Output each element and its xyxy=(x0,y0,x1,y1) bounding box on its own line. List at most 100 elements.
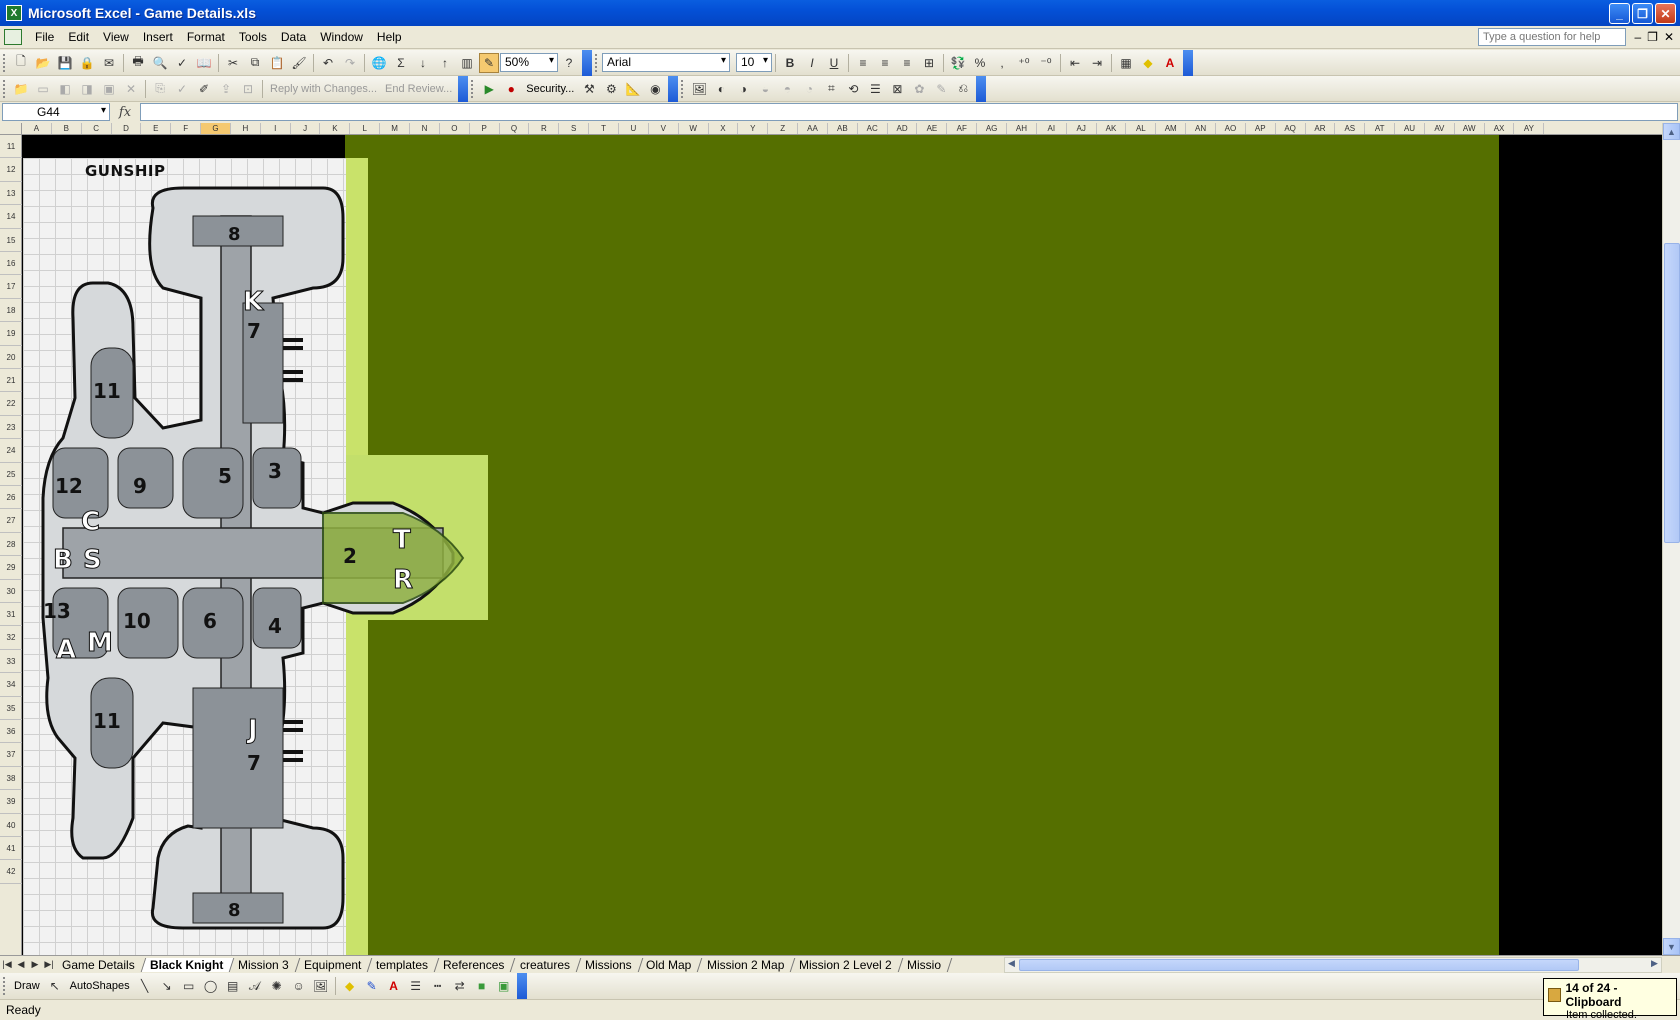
sort-descending-icon[interactable]: ↑ xyxy=(435,53,455,73)
insert-function-icon[interactable]: fx xyxy=(110,105,140,120)
row-header[interactable]: 13 xyxy=(0,182,22,206)
decrease-decimal-icon[interactable]: ⁻⁰ xyxy=(1036,53,1056,73)
zoom-select[interactable]: 50% xyxy=(500,53,558,72)
workbook-restore-icon[interactable]: ❐ xyxy=(1647,30,1658,44)
more-contrast-icon[interactable]: ◒ xyxy=(755,79,775,99)
formatting-options-icon[interactable] xyxy=(1183,49,1193,76)
column-header[interactable]: AE xyxy=(918,123,948,134)
comma-button[interactable]: , xyxy=(992,53,1012,73)
column-header[interactable]: X xyxy=(709,123,739,134)
sheet-tab-templates[interactable]: templates xyxy=(367,957,440,972)
new-icon[interactable]: 🗋 xyxy=(11,53,31,73)
select-all-corner[interactable] xyxy=(0,123,22,135)
show-comment-icon[interactable]: ▭ xyxy=(33,79,53,99)
scroll-down-icon[interactable]: ▼ xyxy=(1663,938,1680,955)
arrow-icon[interactable]: ↘ xyxy=(157,976,177,996)
row-header[interactable]: 34 xyxy=(0,673,22,697)
chart-wizard-icon[interactable]: ▥ xyxy=(457,53,477,73)
row-header[interactable]: 33 xyxy=(0,650,22,674)
security-button[interactable]: Security... xyxy=(522,83,578,95)
open-icon[interactable]: 📂 xyxy=(33,53,53,73)
reviewing-options-icon[interactable] xyxy=(458,75,469,102)
oval-icon[interactable]: ◯ xyxy=(201,976,221,996)
rectangle-icon[interactable]: ▭ xyxy=(179,976,199,996)
row-header[interactable]: 38 xyxy=(0,767,22,791)
autoshapes-menu-button[interactable]: AutoShapes xyxy=(66,980,134,992)
shape-fill-color-icon[interactable]: ◆ xyxy=(340,976,360,996)
text-box-icon[interactable]: ▤ xyxy=(223,976,243,996)
paste-icon[interactable]: 📋 xyxy=(267,53,287,73)
permission-icon[interactable]: 🔒 xyxy=(77,53,97,73)
row-header[interactable]: 42 xyxy=(0,860,22,884)
undo-icon[interactable]: ↶ xyxy=(318,53,338,73)
delete-comment-icon[interactable]: ✕ xyxy=(121,79,141,99)
row-header[interactable]: 17 xyxy=(0,275,22,299)
column-header[interactable]: AJ xyxy=(1067,123,1097,134)
visual-basic-editor-icon[interactable]: ⚒ xyxy=(579,79,599,99)
picture-icon[interactable]: 🖼 xyxy=(689,79,709,99)
menu-insert[interactable]: Insert xyxy=(136,30,180,44)
close-button[interactable]: ✕ xyxy=(1655,3,1676,24)
send-icon[interactable]: ⇪ xyxy=(216,79,236,99)
row-header[interactable]: 16 xyxy=(0,252,22,276)
cut-icon[interactable]: ✂ xyxy=(223,53,243,73)
row-header[interactable]: 28 xyxy=(0,533,22,557)
column-header[interactable]: E xyxy=(141,123,172,134)
clip-art-icon[interactable]: ☺ xyxy=(289,976,309,996)
research-icon[interactable]: 📖 xyxy=(194,53,214,73)
decrease-indent-icon[interactable]: ⇤ xyxy=(1065,53,1085,73)
align-right-icon[interactable]: ≡ xyxy=(897,53,917,73)
insert-comment-icon[interactable]: ⊡ xyxy=(238,79,258,99)
row-header[interactable]: 20 xyxy=(0,346,22,369)
spelling-icon[interactable]: ✓ xyxy=(172,53,192,73)
sheet-tab-mission-2-level-2[interactable]: Mission 2 Level 2 xyxy=(790,957,903,972)
script-editor-icon[interactable]: ◉ xyxy=(645,79,665,99)
column-header[interactable]: AG xyxy=(977,123,1008,134)
help-question-input[interactable]: Type a question for help xyxy=(1478,28,1626,46)
font-color-icon[interactable]: A xyxy=(1160,53,1180,73)
row-header[interactable]: 22 xyxy=(0,392,22,416)
row-header[interactable]: 40 xyxy=(0,814,22,837)
row-header[interactable]: 39 xyxy=(0,790,22,814)
column-header[interactable]: K xyxy=(321,123,351,134)
underline-button[interactable]: U xyxy=(824,53,844,73)
column-header[interactable]: A xyxy=(22,123,52,134)
column-header[interactable]: AQ xyxy=(1276,123,1306,134)
redo-icon[interactable]: ↷ xyxy=(340,53,360,73)
row-header[interactable]: 15 xyxy=(0,229,22,252)
currency-icon[interactable]: 💱 xyxy=(948,53,968,73)
recolor-icon[interactable]: ✿ xyxy=(909,79,929,99)
reset-picture-icon[interactable]: ⎌ xyxy=(953,79,973,99)
borders-icon[interactable]: ▦ xyxy=(1116,53,1136,73)
show-all-comments-icon[interactable]: ▣ xyxy=(99,79,119,99)
reply-with-changes-button[interactable]: Reply with Changes... xyxy=(266,83,381,95)
diagram-icon[interactable]: ✺ xyxy=(267,976,287,996)
sheet-tab-references[interactable]: References xyxy=(434,957,516,972)
rotate-icon[interactable]: ⟲ xyxy=(843,79,863,99)
restore-button[interactable]: ❐ xyxy=(1632,3,1653,24)
clipboard-notification[interactable]: 14 of 24 - Clipboard Item collected. xyxy=(1543,978,1677,1020)
sheet-tab-creatures[interactable]: creatures xyxy=(511,957,581,972)
column-header[interactable]: G xyxy=(201,123,231,134)
drawing-options-icon[interactable] xyxy=(516,973,527,999)
track-changes-icon[interactable]: ⎘ xyxy=(150,79,170,99)
column-header[interactable]: AP xyxy=(1246,123,1276,134)
column-header[interactable]: AW xyxy=(1455,123,1485,134)
compress-icon[interactable]: ⊠ xyxy=(887,79,907,99)
column-header[interactable]: AF xyxy=(947,123,978,134)
save-icon[interactable]: 💾 xyxy=(55,53,75,73)
less-brightness-icon[interactable]: ◔ xyxy=(799,79,819,99)
toolbar-grip[interactable] xyxy=(3,53,7,72)
menu-format[interactable]: Format xyxy=(180,30,232,44)
sheet-tab-old-map[interactable]: Old Map xyxy=(637,957,703,972)
row-header[interactable]: 24 xyxy=(0,439,22,463)
sort-ascending-icon[interactable]: ↓ xyxy=(413,53,433,73)
bold-button[interactable]: B xyxy=(780,53,800,73)
row-header[interactable]: 18 xyxy=(0,299,22,323)
print-preview-icon[interactable]: 🔍 xyxy=(150,53,170,73)
increase-decimal-icon[interactable]: ⁺⁰ xyxy=(1014,53,1034,73)
row-header[interactable]: 12 xyxy=(0,158,22,182)
folder-icon[interactable]: 📁 xyxy=(11,79,31,99)
column-header[interactable]: V xyxy=(649,123,679,134)
shadow-style-icon[interactable]: ■ xyxy=(472,976,492,996)
